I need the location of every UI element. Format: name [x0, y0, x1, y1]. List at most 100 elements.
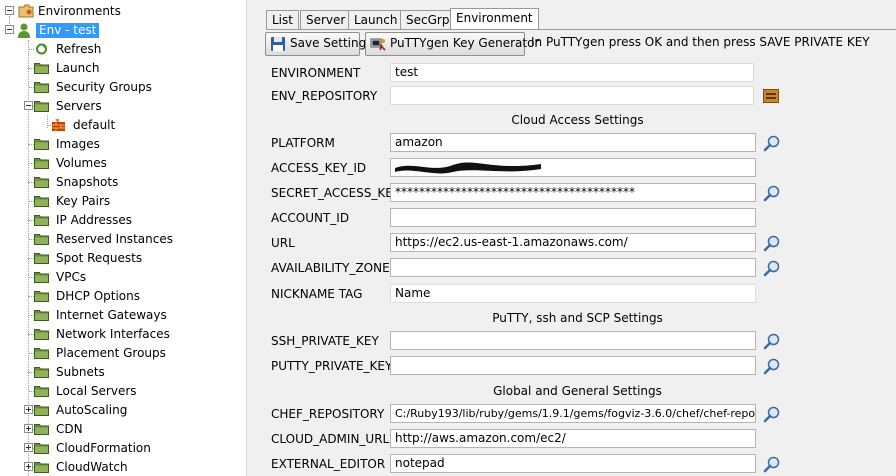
lookup-magnifier-icon[interactable] [763, 332, 781, 350]
secret-access-key-field[interactable]: **************************************** [390, 183, 756, 202]
tree-item-cloudformation[interactable]: CloudFormation [0, 439, 246, 458]
puttygen-button[interactable]: PuTTYgen Key Generator [365, 32, 539, 56]
chef-repository-label: CHEF_REPOSITORY [271, 407, 385, 421]
tab-environment[interactable]: Environment [450, 8, 539, 30]
tree-item-label: CloudWatch [56, 460, 128, 474]
folder-icon [34, 177, 49, 188]
save-settings-label: Save Settings [290, 36, 373, 50]
tree-root-environments[interactable]: Environments [0, 2, 246, 21]
folder-icon [34, 310, 49, 321]
user-folder-icon [18, 4, 34, 18]
external-editor-field[interactable]: notepad [390, 454, 756, 473]
expand-toggle[interactable] [24, 462, 33, 471]
access-key-id-label: ACCESS_KEY_ID [271, 161, 367, 175]
tree-item-label: Refresh [56, 42, 102, 56]
tree-item-label: IP Addresses [56, 213, 133, 227]
tree-item-label: AutoScaling [56, 403, 128, 417]
ssh-private-key-label: SSH_PRIVATE_KEY [271, 334, 379, 348]
tree-item-key-pairs[interactable]: Key Pairs [0, 192, 246, 211]
tab-secgrp[interactable]: SecGrp [400, 10, 456, 29]
user-icon [18, 23, 30, 38]
folder-icon [34, 443, 49, 454]
browse-folder-icon[interactable] [763, 89, 779, 103]
availability-zone-field[interactable] [390, 258, 756, 277]
floppy-disk-icon [271, 37, 285, 51]
tree-item-default[interactable]: default [0, 116, 246, 135]
tree-item-refresh[interactable]: Refresh [0, 40, 246, 59]
tree-item-vpcs[interactable]: VPCs [0, 268, 246, 287]
environment-tree[interactable]: Environments Env - test Refresh Launch Sec… [0, 0, 247, 476]
collapse-toggle[interactable] [5, 6, 14, 15]
account-id-field[interactable] [390, 208, 756, 227]
tree-item-reserved-instances[interactable]: Reserved Instances [0, 230, 246, 249]
lookup-magnifier-icon[interactable] [763, 405, 781, 423]
platform-field[interactable]: amazon [390, 133, 756, 152]
tree-item-label: Reserved Instances [56, 232, 173, 246]
tree-item-snapshots[interactable]: Snapshots [0, 173, 246, 192]
tab-list[interactable]: List [266, 10, 299, 29]
lookup-magnifier-icon[interactable] [763, 184, 781, 202]
tree-item-launch[interactable]: Launch [0, 59, 246, 78]
url-field[interactable]: https://ec2.us-east-1.amazonaws.com/ [390, 233, 756, 252]
env-repository-label: ENV_REPOSITORY [271, 89, 378, 103]
expand-toggle[interactable] [24, 443, 33, 452]
expand-toggle[interactable] [24, 424, 33, 433]
tree-item-cdn[interactable]: CDN [0, 420, 246, 439]
tree-item-dhcp-options[interactable]: DHCP Options [0, 287, 246, 306]
tree-item-label: DHCP Options [56, 289, 140, 303]
expand-toggle[interactable] [24, 405, 33, 414]
folder-icon [34, 272, 49, 283]
tree-item-cloudwatch[interactable]: CloudWatch [0, 458, 246, 476]
tab-server[interactable]: Server [300, 10, 352, 29]
access-key-id-field[interactable] [390, 158, 756, 177]
ssh-private-key-field[interactable] [390, 331, 756, 350]
collapse-toggle[interactable] [24, 101, 33, 110]
tree-item-label: Snapshots [56, 175, 119, 189]
lookup-magnifier-icon[interactable] [763, 357, 781, 375]
putty-private-key-field[interactable] [390, 356, 756, 375]
folder-icon [34, 215, 49, 226]
tree-item-servers[interactable]: Servers [0, 97, 246, 116]
tree-item-label: Spot Requests [56, 251, 143, 265]
tree-item-label: Security Groups [56, 80, 152, 94]
cloud-section-heading: Cloud Access Settings [511, 113, 644, 127]
tree-item-placement-groups[interactable]: Placement Groups [0, 344, 246, 363]
tree-item-autoscaling[interactable]: AutoScaling [0, 401, 246, 420]
tree-item-spot-requests[interactable]: Spot Requests [0, 249, 246, 268]
puttygen-hint: In PuTTYgen press OK and then press SAVE… [531, 35, 870, 49]
cloud-admin-url-field[interactable]: http://aws.amazon.com/ec2/ [390, 429, 756, 448]
tree-item-label: CDN [56, 422, 83, 436]
tree-item-label: Subnets [56, 365, 105, 379]
tree-item-images[interactable]: Images [0, 135, 246, 154]
tree-item-network-interfaces[interactable]: Network Interfaces [0, 325, 246, 344]
tab-divider [266, 29, 896, 30]
tree-item-label: VPCs [56, 270, 87, 284]
env-repository-field[interactable] [390, 86, 754, 105]
tree-env-node[interactable]: Env - test [0, 21, 246, 40]
tree-item-subnets[interactable]: Subnets [0, 363, 246, 382]
tree-item-volumes[interactable]: Volumes [0, 154, 246, 173]
tree-item-security-groups[interactable]: Security Groups [0, 78, 246, 97]
folder-icon [34, 424, 49, 435]
environment-field[interactable]: test [390, 63, 754, 82]
folder-icon [34, 462, 49, 473]
account-id-label: ACCOUNT_ID [271, 211, 350, 225]
lookup-magnifier-icon[interactable] [763, 234, 781, 252]
tree-item-label: Launch [56, 61, 100, 75]
lookup-magnifier-icon[interactable] [763, 259, 781, 277]
folder-icon [34, 253, 49, 264]
tree-item-local-servers[interactable]: Local Servers [0, 382, 246, 401]
collapse-toggle[interactable] [5, 25, 14, 34]
folder-icon [34, 234, 49, 245]
tree-item-ip-addresses[interactable]: IP Addresses [0, 211, 246, 230]
folder-icon [34, 63, 49, 74]
tree-item-label: Internet Gateways [56, 308, 167, 322]
chef-repository-field[interactable]: C:/Ruby193/lib/ruby/gems/1.9.1/gems/fogv… [390, 404, 756, 423]
tree-item-internet-gateways[interactable]: Internet Gateways [0, 306, 246, 325]
lookup-magnifier-icon[interactable] [763, 455, 781, 473]
url-label: URL [271, 236, 295, 250]
save-settings-button[interactable]: Save Settings [265, 32, 373, 56]
lookup-magnifier-icon[interactable] [763, 134, 781, 152]
tab-launch[interactable]: Launch [348, 10, 404, 29]
nickname-tag-field[interactable]: Name [390, 284, 756, 303]
